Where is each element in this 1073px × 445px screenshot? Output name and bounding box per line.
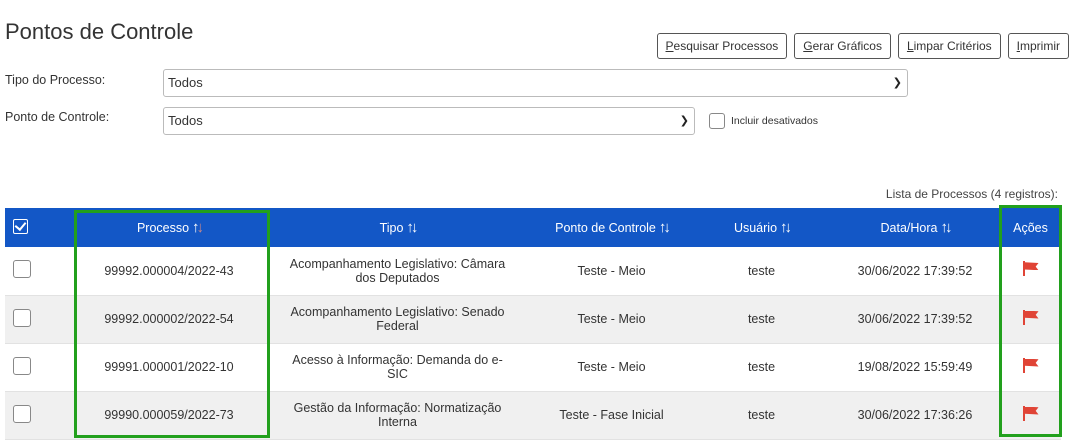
header-ponto[interactable]: Ponto de Controle ↑↓	[530, 208, 693, 247]
cell-usuario: teste	[693, 295, 830, 344]
select-all-header[interactable]	[5, 208, 73, 247]
row-checkbox[interactable]	[13, 404, 31, 423]
flag-icon[interactable]	[1022, 260, 1040, 278]
cell-tipo: Acompanhamento Legislativo: Senado Feder…	[265, 295, 530, 344]
row-checkbox[interactable]	[13, 356, 31, 375]
header-acoes: Ações	[1013, 220, 1048, 235]
cell-tipo: Acompanhamento Legislativo: Câmara dos D…	[265, 247, 530, 296]
chevron-down-icon: ❯	[892, 77, 902, 89]
cell-ponto: Teste - Meio	[530, 343, 693, 392]
sort-arrows-icon[interactable]: ↑↓	[192, 219, 204, 236]
flag-icon[interactable]	[1022, 357, 1040, 375]
cell-usuario: teste	[693, 343, 830, 392]
cell-ponto: Teste - Fase Inicial	[530, 391, 693, 440]
control-point-label: Ponto de Controle:	[5, 110, 110, 124]
include-disabled-option[interactable]: Incluir desativados	[709, 113, 818, 129]
row-checkbox[interactable]	[13, 308, 31, 327]
include-disabled-label: Incluir desativados	[731, 115, 818, 127]
clear-criteria-button[interactable]: Limpar Critérios	[897, 33, 1001, 59]
control-point-select[interactable]: Todos ❯	[163, 107, 695, 135]
cell-usuario: teste	[693, 391, 830, 440]
table-caption: Lista de Processos (4 registros):	[885, 187, 1058, 201]
cell-ponto: Teste - Meio	[530, 247, 693, 296]
cell-processo[interactable]: 99990.000059/2022-73	[73, 391, 265, 440]
cell-datahora: 30/06/2022 17:36:26	[830, 391, 1000, 440]
row-checkbox[interactable]	[13, 260, 31, 279]
cell-datahora: 30/06/2022 17:39:52	[830, 295, 1000, 344]
control-point-value: Todos	[168, 113, 203, 128]
sort-arrows-icon[interactable]: ↑↓	[406, 219, 418, 236]
search-processes-button[interactable]: Pesquisar Processos	[656, 33, 788, 59]
flag-icon[interactable]	[1022, 309, 1040, 327]
cell-processo[interactable]: 99992.000004/2022-43	[73, 247, 265, 296]
checkbox-checked-icon[interactable]	[13, 218, 28, 234]
process-type-label: Tipo do Processo:	[5, 73, 106, 87]
header-tipo[interactable]: Tipo ↑↓	[265, 208, 530, 247]
table-row: 99990.000059/2022-73 Gestão da Informaçã…	[5, 391, 1061, 440]
process-type-value: Todos	[168, 75, 203, 90]
page-title: Pontos de Controle	[5, 18, 194, 44]
chevron-down-icon: ❯	[679, 115, 689, 127]
table-header-row: Processo ↑↓ Tipo ↑↓ Ponto de Controle ↑↓ Us…	[5, 208, 1061, 247]
sort-arrows-icon[interactable]: ↑↓	[659, 219, 671, 236]
sort-arrows-icon[interactable]: ↑↓	[940, 219, 952, 236]
cell-datahora: 30/06/2022 17:39:52	[830, 247, 1000, 296]
cell-processo[interactable]: 99992.000002/2022-54	[73, 295, 265, 344]
cell-ponto: Teste - Meio	[530, 295, 693, 344]
cell-datahora: 19/08/2022 15:59:49	[830, 343, 1000, 392]
table-row: 99991.000001/2022-10 Acesso à Informação…	[5, 343, 1061, 392]
cell-usuario: teste	[693, 247, 830, 296]
process-type-select[interactable]: Todos ❯	[163, 69, 908, 97]
cell-tipo: Gestão da Informação: Normatização Inter…	[265, 391, 530, 440]
process-table: Processo ↑↓ Tipo ↑↓ Ponto de Controle ↑↓ Us…	[5, 208, 1061, 440]
toolbar: Pesquisar Processos Gerar Gráficos Limpa…	[656, 33, 1069, 59]
cell-processo[interactable]: 99991.000001/2022-10	[73, 343, 265, 392]
print-button[interactable]: Imprimir	[1007, 33, 1069, 59]
generate-charts-button[interactable]: Gerar Gráficos	[794, 33, 891, 59]
flag-icon[interactable]	[1022, 405, 1040, 423]
header-processo[interactable]: Processo ↑↓	[73, 208, 265, 247]
table-row: 99992.000002/2022-54 Acompanhamento Legi…	[5, 295, 1061, 344]
header-usuario[interactable]: Usuário ↑↓	[693, 208, 830, 247]
cell-tipo: Acesso à Informação: Demanda do e-SIC	[265, 343, 530, 392]
table-row: 99992.000004/2022-43 Acompanhamento Legi…	[5, 247, 1061, 296]
include-disabled-checkbox[interactable]	[709, 113, 725, 129]
sort-arrows-icon[interactable]: ↑↓	[780, 219, 792, 236]
header-datahora[interactable]: Data/Hora ↑↓	[830, 208, 1000, 247]
